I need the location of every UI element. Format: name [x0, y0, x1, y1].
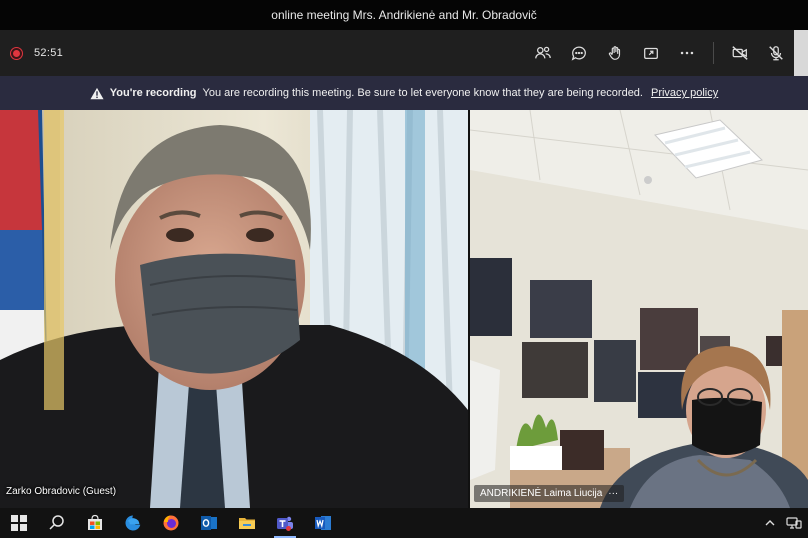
banner-message: You are recording this meeting. Be sure …: [202, 87, 643, 99]
meeting-toolbar: 52:51: [0, 30, 808, 76]
outlook-app[interactable]: [190, 508, 228, 538]
windows-start-icon: [11, 515, 27, 531]
teams-app[interactable]: [266, 508, 304, 538]
share-tray-icon: [644, 47, 658, 60]
file-explorer-app[interactable]: [228, 508, 266, 538]
video-tile-obradovic[interactable]: Zarko Obradovic (Guest): [0, 110, 468, 508]
search-icon: [49, 515, 64, 530]
toolbar-actions: [525, 30, 808, 76]
more-actions-button[interactable]: [669, 30, 705, 76]
store-app[interactable]: [76, 508, 114, 538]
word-icon: [315, 516, 331, 530]
camera-toggle-button[interactable]: [722, 30, 758, 76]
camera-off-icon: [732, 46, 748, 60]
video-tile-andrikiene[interactable]: ANDRIKIENĖ Laima Liucija ···: [470, 110, 808, 508]
meeting-timer: 52:51: [34, 47, 64, 59]
window-title: online meeting Mrs. Andrikienė and Mr. O…: [271, 8, 537, 22]
participant-video: [470, 110, 808, 508]
toolbar-divider: [713, 42, 714, 64]
word-app[interactable]: [304, 508, 342, 538]
share-button[interactable]: [633, 30, 669, 76]
system-tray: [764, 508, 802, 538]
participant-name: ANDRIKIENĖ Laima Liucija: [480, 488, 603, 499]
start-button[interactable]: [0, 508, 38, 538]
participant-name-label: ANDRIKIENĖ Laima Liucija ···: [474, 485, 625, 502]
participants-icon: [535, 46, 551, 59]
participant-video: [0, 110, 468, 508]
window-edge: [794, 30, 808, 76]
recording-banner: You're recording You are recording this …: [0, 76, 808, 110]
file-explorer-icon: [239, 518, 255, 529]
banner-title: You're recording: [109, 87, 197, 99]
edge-icon: [125, 515, 141, 531]
teams-icon: [277, 516, 293, 531]
recording-dot: [11, 47, 22, 59]
network-icon[interactable]: [786, 516, 802, 530]
privacy-policy-link[interactable]: Privacy policy: [651, 87, 718, 99]
raise-hand-icon: [608, 46, 621, 60]
store-icon: [88, 514, 102, 530]
chat-button[interactable]: [561, 30, 597, 76]
window-titlebar: online meeting Mrs. Andrikienė and Mr. O…: [0, 0, 808, 30]
raise-hand-button[interactable]: [597, 30, 633, 76]
chevron-up-icon[interactable]: [764, 518, 776, 528]
chat-icon: [571, 46, 586, 61]
search-button[interactable]: [38, 508, 76, 538]
mic-toggle-button[interactable]: [758, 30, 794, 76]
outlook-icon: [201, 516, 217, 530]
more-actions-icon: [680, 51, 694, 55]
warning-icon: [90, 87, 104, 99]
participants-button[interactable]: [525, 30, 561, 76]
windows-taskbar: [0, 508, 808, 538]
participant-name-label: Zarko Obradovic (Guest): [6, 486, 117, 497]
participant-more-button[interactable]: ···: [608, 488, 618, 499]
firefox-app[interactable]: [152, 508, 190, 538]
edge-app[interactable]: [114, 508, 152, 538]
firefox-icon: [163, 515, 179, 531]
mic-off-icon: [769, 46, 783, 61]
